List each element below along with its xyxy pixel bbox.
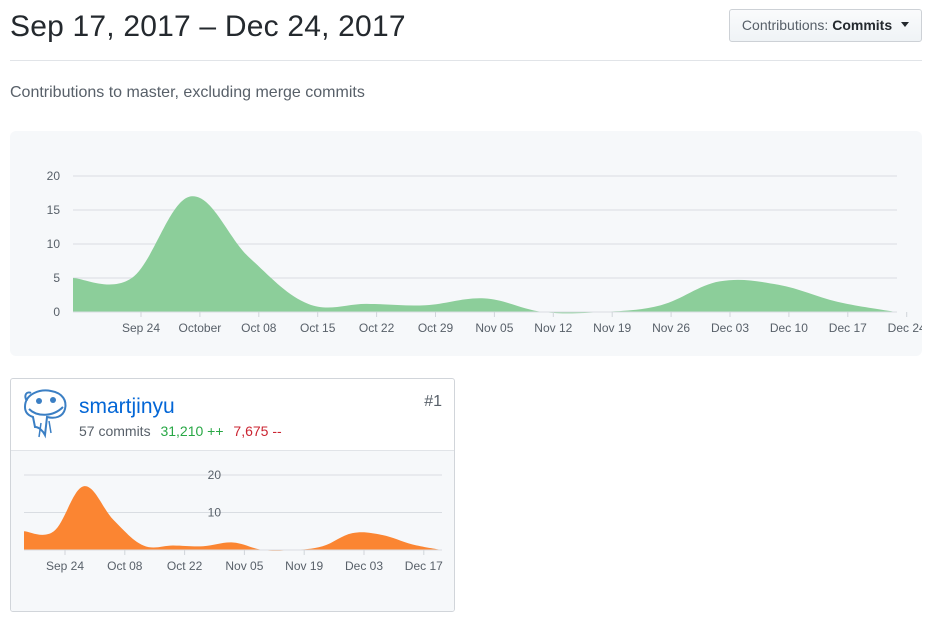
- y-tick-label: 15: [47, 203, 61, 217]
- x-tick-label: Oct 22: [167, 559, 203, 573]
- x-tick-label: Dec 03: [711, 321, 749, 335]
- contributor-chart-svg: 10 20 Sep 24 Oct 08 Oct 22 Nov 05 Nov 19 Dec 03…: [24, 468, 443, 573]
- contributor-username-link[interactable]: smartjinyu: [79, 395, 175, 419]
- x-tick-label: Dec 03: [345, 559, 383, 573]
- x-tick-label: Oct 15: [300, 321, 336, 335]
- page-header: Sep 17, 2017 – Dec 24, 2017 Contribution…: [10, 0, 922, 61]
- x-tick-label: Nov 12: [534, 321, 572, 335]
- contributions-type-dropdown[interactable]: Contributions: Commits: [728, 9, 922, 42]
- cartoon-mascot-icon[interactable]: [21, 387, 69, 439]
- additions-count: 31,210 ++: [160, 423, 224, 439]
- date-range-title: Sep 17, 2017 – Dec 24, 2017: [10, 10, 406, 43]
- deletions-count: 7,675 --: [233, 423, 282, 439]
- area-series: [24, 486, 442, 551]
- contributor-stats: 57 commits 31,210 ++ 7,675 --: [79, 423, 282, 439]
- y-tick-label: 10: [208, 506, 222, 520]
- commit-count: 57 commits: [79, 423, 151, 439]
- x-tick-label: Oct 29: [418, 321, 454, 335]
- main-chart-svg: 0 5 10 15 20 Sep 24 October Oct 08 Oct 15 Oct 22 O…: [47, 169, 922, 335]
- x-tick-label: Dec 17: [829, 321, 867, 335]
- dropdown-selected-value: Commits: [832, 17, 893, 33]
- area-series: [73, 196, 896, 314]
- y-tick-label: 0: [53, 305, 60, 319]
- x-tick-label: Sep 24: [46, 559, 84, 573]
- x-tick-label: Nov 05: [475, 321, 513, 335]
- x-tick-label: Dec 10: [770, 321, 808, 335]
- caret-down-icon: [901, 22, 909, 27]
- x-tick-label: Oct 08: [241, 321, 277, 335]
- x-tick-label: Nov 26: [652, 321, 690, 335]
- x-tick-label: Dec 24: [888, 321, 922, 335]
- x-tick-label: October: [179, 321, 222, 335]
- x-tick-label: Nov 19: [593, 321, 631, 335]
- contributor-card-header: smartjinyu 57 commits 31,210 ++ 7,675 --…: [11, 379, 454, 451]
- y-tick-label: 5: [53, 271, 60, 285]
- x-tick-label: Nov 05: [225, 559, 263, 573]
- x-tick-label: Dec 17: [405, 559, 443, 573]
- main-contributions-chart: 0 5 10 15 20 Sep 24 October Oct 08 Oct 15 Oct 22 O…: [10, 131, 922, 356]
- x-tick-label: Oct 08: [107, 559, 143, 573]
- contributor-chart: 10 20 Sep 24 Oct 08 Oct 22 Nov 05 Nov 19 Dec 03…: [11, 451, 454, 611]
- y-tick-label: 20: [208, 468, 222, 482]
- y-tick-label: 10: [47, 237, 61, 251]
- x-tick-label: Nov 19: [285, 559, 323, 573]
- dropdown-prefix: Contributions:: [741, 17, 829, 33]
- contributor-card: smartjinyu 57 commits 31,210 ++ 7,675 --…: [10, 378, 455, 612]
- contributions-subtitle: Contributions to master, excluding merge…: [10, 84, 365, 101]
- y-tick-label: 20: [47, 169, 61, 183]
- contributor-rank: #1: [424, 393, 442, 410]
- x-tick-label: Oct 22: [359, 321, 395, 335]
- x-tick-label: Sep 24: [122, 321, 160, 335]
